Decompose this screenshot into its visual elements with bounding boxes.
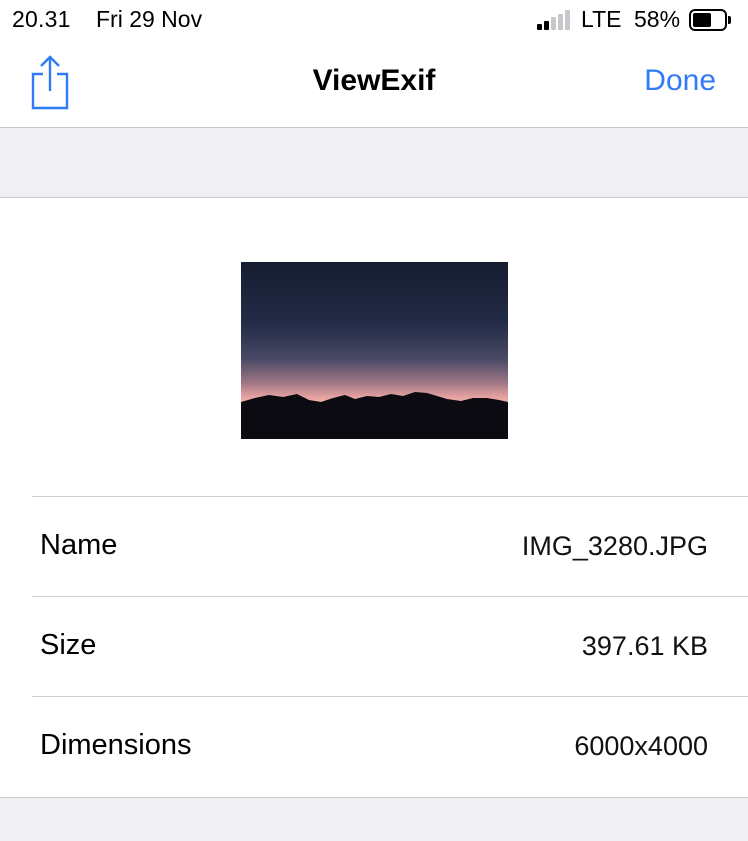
status-bar: 20.31 Fri 29 Nov LTE 58% [0, 0, 748, 40]
network-type: LTE [581, 6, 622, 32]
battery-percent: 58% [634, 6, 681, 32]
nav-title: ViewExif [312, 64, 436, 97]
detail-row-name: Name IMG_3280.JPG [32, 496, 748, 596]
signal-bar [558, 14, 563, 30]
done-button[interactable]: Done [644, 64, 716, 98]
status-time: 20.31 [12, 6, 71, 32]
detail-value: IMG_3280.JPG [521, 531, 708, 561]
photo-image [241, 262, 508, 439]
signal-bar [551, 17, 556, 30]
signal-bar [544, 21, 549, 30]
signal-bar [537, 24, 542, 30]
exif-content: Name IMG_3280.JPG Size 397.61 KB Dimensi… [0, 199, 748, 797]
detail-label: Dimensions [40, 729, 192, 761]
detail-label: Name [40, 529, 118, 561]
status-date: Fri 29 Nov [96, 6, 203, 32]
detail-label: Size [40, 629, 97, 661]
detail-row-dimensions: Dimensions 6000x4000 [32, 696, 748, 796]
share-icon [31, 55, 69, 110]
detail-row-size: Size 397.61 KB [32, 596, 748, 696]
section-separator [0, 128, 748, 198]
photo-thumbnail[interactable] [241, 262, 508, 439]
share-button[interactable] [26, 54, 74, 112]
navigation-bar: ViewExif Done [0, 40, 748, 128]
detail-value: 6000x4000 [574, 731, 708, 761]
signal-strength-icon [537, 10, 571, 30]
detail-value: 397.61 KB [581, 631, 708, 661]
battery-icon [689, 9, 731, 31]
section-separator [0, 797, 748, 841]
signal-bar [565, 10, 570, 30]
